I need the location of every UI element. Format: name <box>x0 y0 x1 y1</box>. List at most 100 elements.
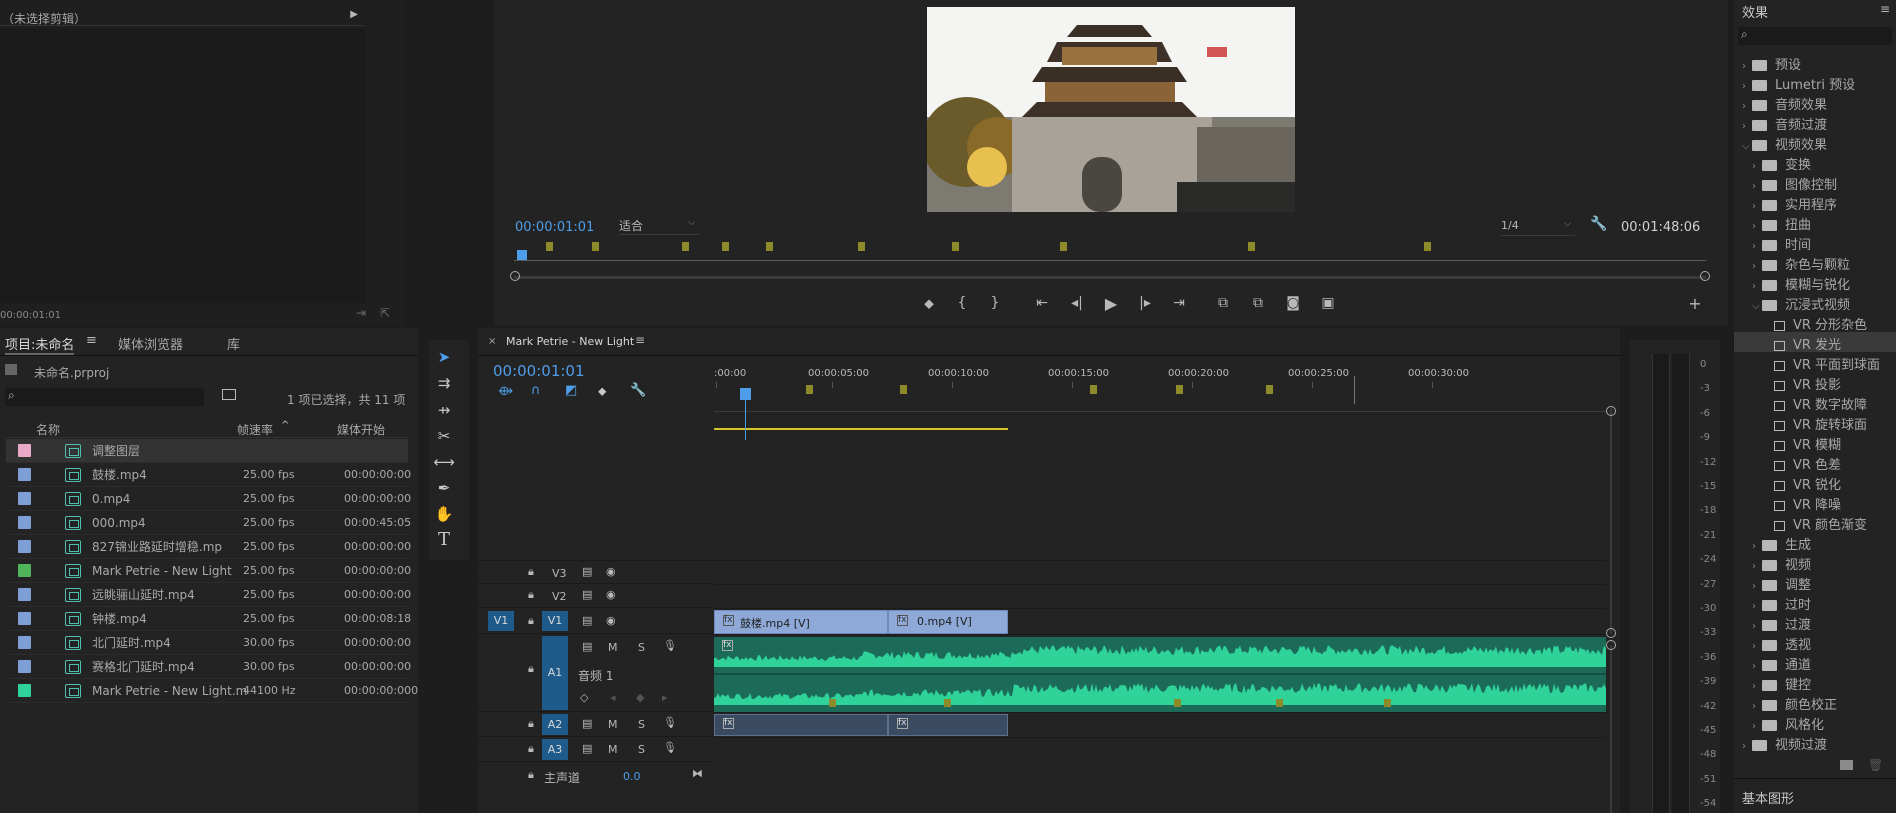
chevron-right-icon[interactable]: › <box>1752 201 1762 212</box>
extract-icon[interactable]: ⧉ <box>1248 295 1268 311</box>
scroll-handle[interactable] <box>1606 640 1616 650</box>
lock-icon[interactable]: 🔒︎ <box>528 614 534 628</box>
effects-item[interactable]: VR 发光 <box>1734 332 1896 353</box>
eye-icon[interactable]: ◉ <box>606 565 616 578</box>
hamburger-icon[interactable]: ≡ <box>86 333 97 348</box>
marker[interactable] <box>1090 385 1097 394</box>
hand-tool-icon[interactable]: ✋ <box>432 502 456 526</box>
effects-item[interactable]: › 实用程序 <box>1734 192 1896 213</box>
effects-item[interactable]: › 时间 <box>1734 232 1896 253</box>
effects-item[interactable]: › 变换 <box>1734 152 1896 173</box>
snap-icon[interactable]: ∩ <box>531 383 541 398</box>
audio-clip-a2-b[interactable]: fx <box>888 714 1008 736</box>
film-icon[interactable]: ▤ <box>582 742 592 755</box>
effects-item[interactable]: › 杂色与颗粒 <box>1734 252 1896 273</box>
mute-button[interactable]: M <box>608 718 618 731</box>
project-row[interactable]: 0.mp4 25.00 fps 00:00:00:00 <box>6 487 411 511</box>
effects-item[interactable]: › 通道 <box>1734 652 1896 673</box>
chevron-right-icon[interactable]: › <box>1752 641 1762 652</box>
add-button-icon[interactable]: + <box>1685 294 1705 313</box>
audio-clip-a1[interactable]: fx <box>714 637 1606 712</box>
zoom-scrollbar[interactable] <box>514 276 1706 279</box>
film-icon[interactable]: ▤ <box>582 588 592 601</box>
project-row[interactable]: 钟楼.mp4 25.00 fps 00:00:08:18 <box>6 607 411 631</box>
project-row[interactable]: 远眺骊山延时.mp4 25.00 fps 00:00:00:00 <box>6 583 411 607</box>
label-color-swatch[interactable] <box>18 636 31 649</box>
mic-icon[interactable]: 🎙︎ <box>663 741 677 754</box>
time-ruler[interactable]: :00:00 00:00:05:00 00:00:10:00 00:00:15:00 0… <box>714 358 1606 430</box>
track-label-a1[interactable]: A1 <box>542 636 568 710</box>
chevron-right-icon[interactable]: › <box>1742 81 1752 92</box>
resolution-dropdown[interactable]: 1/4 ⌵ <box>1501 218 1575 236</box>
program-timecode[interactable]: 00:00:01:01 <box>515 220 594 235</box>
chevron-right-icon[interactable]: › <box>1752 241 1762 252</box>
marker[interactable] <box>900 385 907 394</box>
label-color-swatch[interactable] <box>18 612 31 625</box>
mic-icon[interactable]: 🎙︎ <box>663 716 677 729</box>
step-back-icon[interactable]: ◂| <box>1067 295 1087 311</box>
label-color-swatch[interactable] <box>18 516 31 529</box>
effects-item[interactable]: › 风格化 <box>1734 712 1896 733</box>
chevron-right-icon[interactable]: › <box>1752 161 1762 172</box>
chevron-right-icon[interactable]: › <box>1752 581 1762 592</box>
chevron-right-icon[interactable]: › <box>1752 281 1762 292</box>
add-marker-icon[interactable]: ⬥ <box>598 384 606 399</box>
label-color-swatch[interactable] <box>18 660 31 673</box>
solo-button[interactable]: S <box>638 718 645 731</box>
camera-icon[interactable]: ◙ <box>1283 295 1303 311</box>
go-to-out-icon[interactable]: ⇥ <box>1169 295 1189 311</box>
track-label-a2[interactable]: A2 <box>542 714 568 735</box>
wrench-icon[interactable]: 🔧 <box>1590 216 1607 232</box>
marker[interactable] <box>806 385 813 394</box>
label-color-swatch[interactable] <box>18 564 31 577</box>
film-icon[interactable]: ▤ <box>582 614 592 627</box>
mute-button[interactable]: M <box>608 743 618 756</box>
lift-icon[interactable]: ⧉ <box>1213 295 1233 311</box>
effects-search-input[interactable]: ⌕ <box>1738 27 1892 45</box>
label-color-swatch[interactable] <box>18 684 31 697</box>
effects-item[interactable]: › 颜色校正 <box>1734 692 1896 713</box>
film-icon[interactable]: ▤ <box>582 565 592 578</box>
chevron-right-icon[interactable]: › <box>1752 701 1762 712</box>
effects-item[interactable]: › 键控 <box>1734 672 1896 693</box>
chevron-right-icon[interactable]: › <box>1752 561 1762 572</box>
tab-library[interactable]: 库 <box>227 334 240 353</box>
effects-item[interactable]: VR 数字故障 <box>1734 392 1896 413</box>
chevron-right-icon[interactable]: › <box>1742 101 1752 112</box>
playhead-marker[interactable] <box>517 250 527 260</box>
chevron-right-icon[interactable]: › <box>1742 121 1752 132</box>
in-out-range[interactable] <box>714 428 1008 430</box>
chevron-right-icon[interactable]: › <box>1742 61 1752 72</box>
eye-icon[interactable]: ◉ <box>606 588 616 601</box>
project-row[interactable]: 827锦业路延时增稳.mp 25.00 fps 00:00:00:00 <box>6 535 411 559</box>
effects-item[interactable]: › 视频过渡 <box>1734 732 1896 753</box>
effects-item[interactable]: › 扭曲 <box>1734 212 1896 233</box>
scroll-handle[interactable] <box>1606 406 1616 416</box>
overwrite-icon[interactable]: ⇥ <box>356 306 366 320</box>
source-menu-icon[interactable]: ▶ <box>350 9 358 20</box>
effects-item[interactable]: VR 分形杂色 <box>1734 312 1896 333</box>
ripple-edit-tool-icon[interactable]: ⇸ <box>432 398 456 422</box>
lock-icon[interactable]: 🔒︎ <box>528 717 534 731</box>
effects-item[interactable]: VR 锐化 <box>1734 472 1896 493</box>
project-row[interactable]: Mark Petrie - New Light.m 44100 Hz 00:00:0… <box>6 679 418 703</box>
solo-button[interactable]: S <box>638 641 645 654</box>
nest-icon[interactable]: ⟴ <box>498 384 513 399</box>
chevron-right-icon[interactable]: › <box>1752 661 1762 672</box>
export-frame-icon[interactable]: ⇱ <box>380 306 390 320</box>
effects-item[interactable]: › 音频效果 <box>1734 92 1896 113</box>
effects-item[interactable]: › 模糊与锐化 <box>1734 272 1896 293</box>
timeline-tab[interactable]: Mark Petrie - New Light <box>506 335 634 348</box>
marker[interactable] <box>952 242 959 251</box>
marker[interactable] <box>682 242 689 251</box>
chevron-right-icon[interactable]: › <box>1752 681 1762 692</box>
effects-item[interactable]: › 预设 <box>1734 52 1896 73</box>
hamburger-icon[interactable]: ≡ <box>1880 2 1890 16</box>
linked-selection-icon[interactable]: ◩ <box>565 383 577 398</box>
delete-icon[interactable]: 🗑︎ <box>1868 758 1883 772</box>
vertical-scrollbar-audio[interactable] <box>1610 645 1612 813</box>
marker[interactable] <box>1248 242 1255 251</box>
effects-item[interactable]: › 过时 <box>1734 592 1896 613</box>
marker[interactable] <box>546 242 553 251</box>
chevron-right-icon[interactable]: › <box>1742 741 1752 752</box>
